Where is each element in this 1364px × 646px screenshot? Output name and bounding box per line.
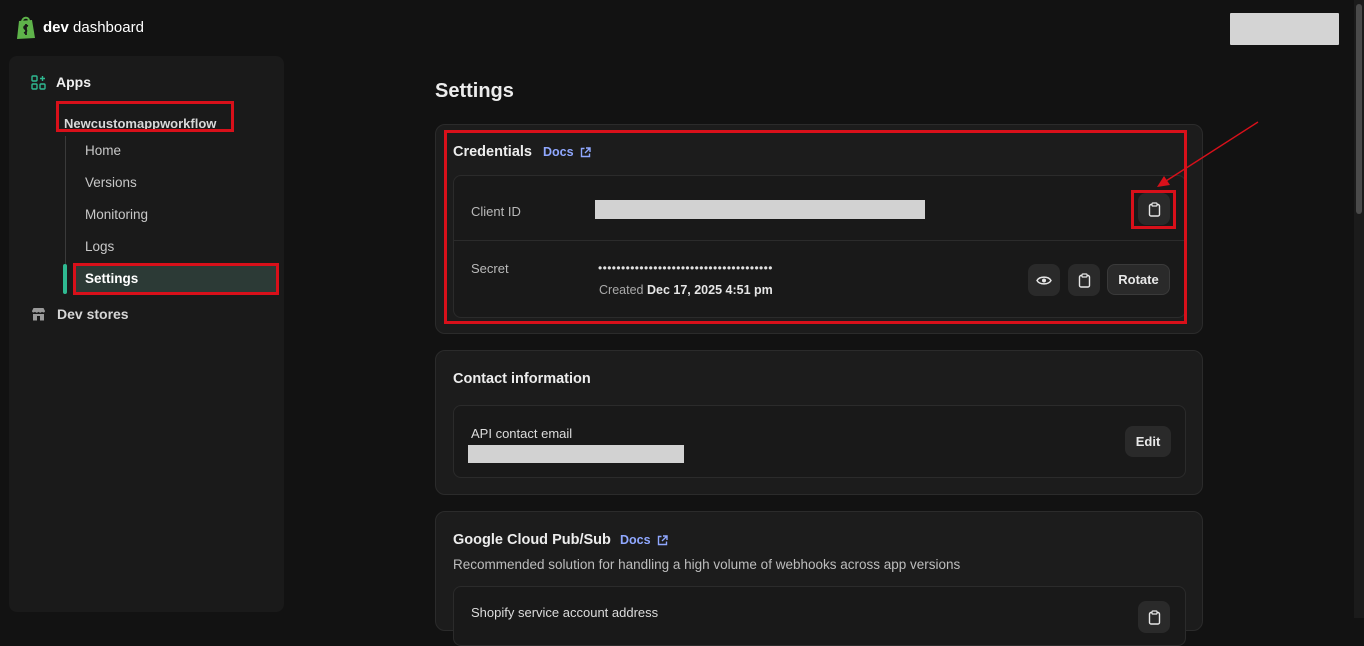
scrollbar-thumb[interactable] <box>1356 4 1362 214</box>
annotation-arrow <box>1157 121 1259 187</box>
